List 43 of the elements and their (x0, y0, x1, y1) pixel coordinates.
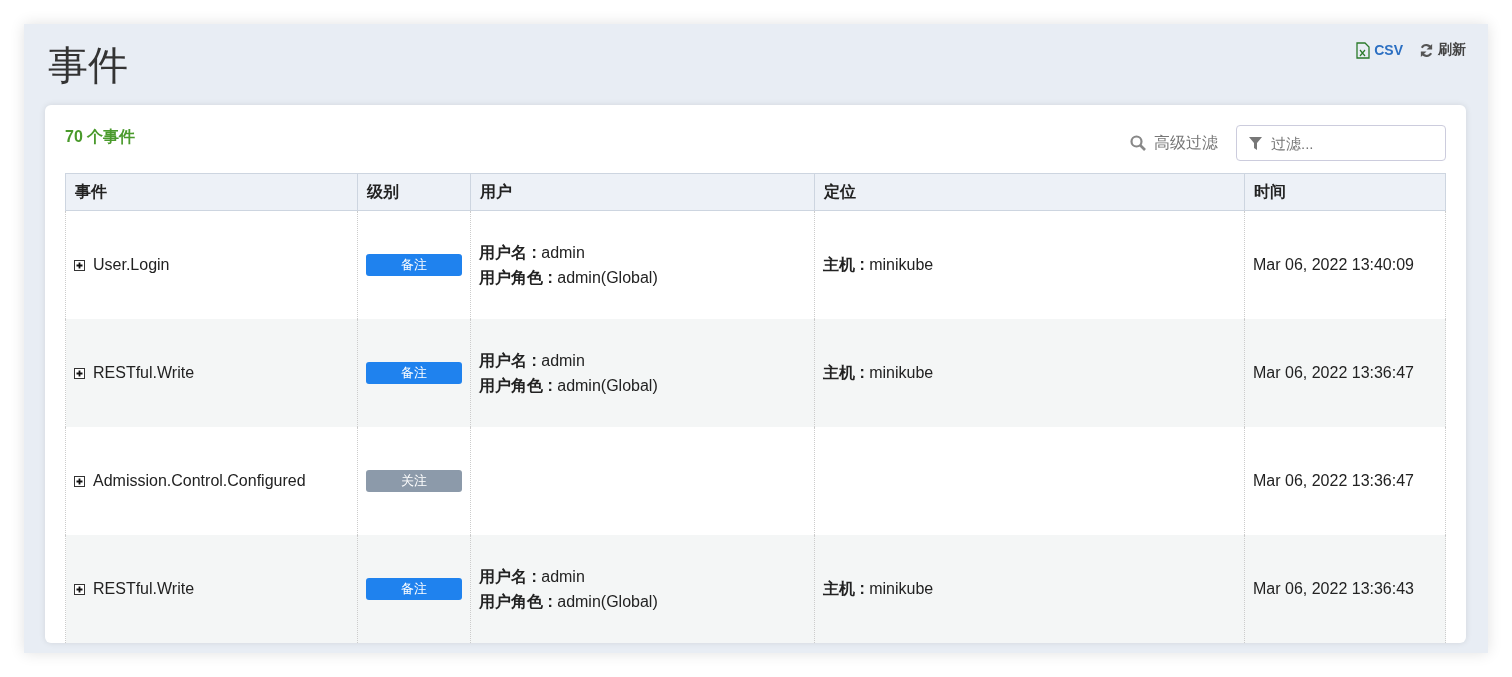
column-header: 事件 (65, 173, 358, 211)
page-title: 事件 (48, 42, 128, 89)
expand-toggle[interactable] (74, 583, 85, 595)
event-name: RESTful.Write (93, 580, 195, 598)
column-header: 定位 (814, 173, 1245, 211)
level-badge: 备注 (366, 254, 462, 276)
event-time: Mar 06, 2022 13:36:43 (1253, 580, 1414, 597)
plus-box-icon (74, 367, 85, 379)
column-header: 用户 (470, 173, 815, 211)
user-info: 用户角色 : admin(Global) (479, 376, 659, 396)
level-badge: 关注 (366, 470, 462, 492)
refresh-icon (1419, 42, 1434, 58)
level-badge: 备注 (366, 578, 462, 600)
level-badge: 备注 (366, 362, 462, 384)
column-header: 级别 (357, 173, 471, 211)
event-time: Mar 06, 2022 13:36:47 (1253, 364, 1414, 381)
event-time: Mar 06, 2022 13:40:09 (1253, 256, 1414, 273)
column-header: 时间 (1244, 173, 1446, 211)
event-name: Admission.Control.Configured (93, 472, 306, 490)
advanced-filter-link[interactable]: 高级过滤 (1130, 132, 1218, 154)
event-time: Mar 06, 2022 13:36:47 (1253, 472, 1414, 489)
filter-field[interactable]: 过滤... (1236, 125, 1446, 161)
expand-toggle[interactable] (74, 367, 85, 379)
user-info: 用户角色 : admin(Global) (479, 592, 659, 612)
plus-box-icon (74, 475, 85, 487)
expand-toggle[interactable] (74, 259, 85, 271)
user-info: 用户名 : admin (479, 351, 586, 371)
event-name: RESTful.Write (93, 364, 195, 382)
event-name: User.Login (93, 256, 170, 274)
csv-button[interactable]: CSV (1356, 41, 1403, 59)
location-info: 主机 : minikube (823, 363, 934, 381)
spreadsheet-file-icon (1356, 41, 1371, 59)
expand-toggle[interactable] (74, 475, 85, 487)
plus-box-icon (74, 583, 85, 595)
user-info: 用户角色 : admin(Global) (479, 268, 659, 288)
user-info: 用户名 : admin (479, 243, 586, 263)
search-icon (1130, 135, 1146, 151)
event-count: 70 个事件 (65, 127, 136, 147)
refresh-button[interactable]: 刷新 (1419, 41, 1466, 59)
location-info: 主机 : minikube (823, 579, 934, 597)
user-info: 用户名 : admin (479, 567, 586, 587)
plus-box-icon (74, 259, 85, 271)
location-info: 主机 : minikube (823, 255, 934, 273)
